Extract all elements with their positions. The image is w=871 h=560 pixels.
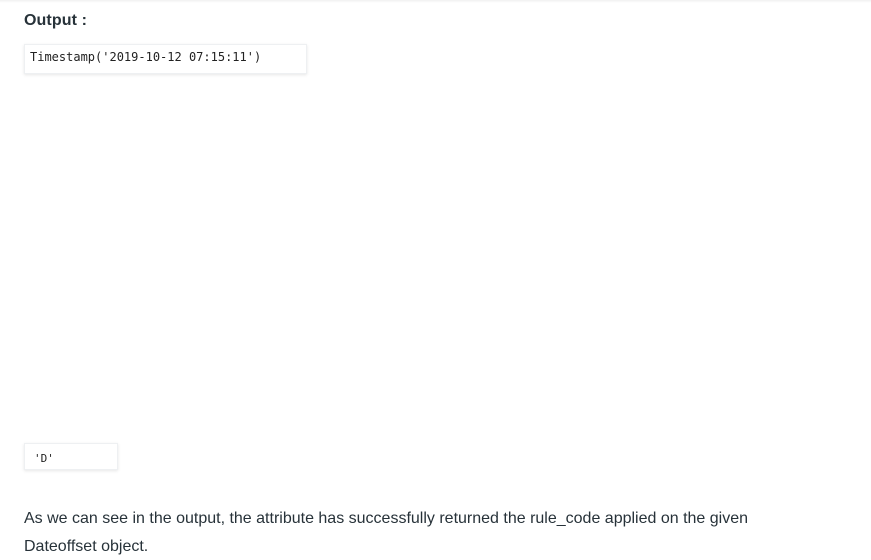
output-code-block-rule-code: 'D' <box>24 443 118 470</box>
conclusion-line-2: Dateoffset object. <box>24 538 149 555</box>
conclusion-line-1: As we can see in the output, the attribu… <box>24 510 749 527</box>
output-heading: Output : <box>24 12 87 29</box>
top-divider-shadow <box>0 0 871 3</box>
output-code-block-timestamp: Timestamp('2019-10-12 07:15:11') <box>24 44 307 74</box>
conclusion-paragraph: As we can see in the output, the attribu… <box>24 505 844 560</box>
